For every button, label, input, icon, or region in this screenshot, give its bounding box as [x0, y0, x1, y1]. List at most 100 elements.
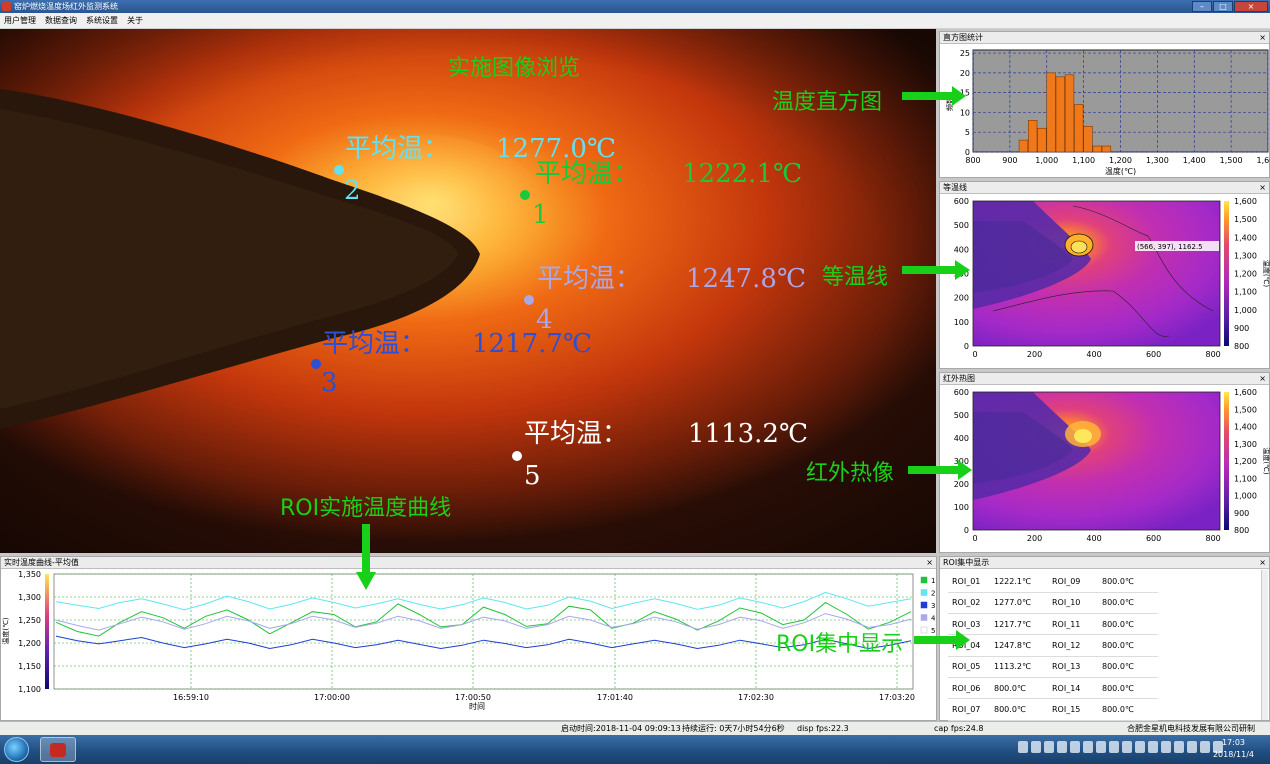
tray-icon[interactable]: [1018, 741, 1028, 753]
roi-marker-dot[interactable]: [311, 359, 321, 369]
close-icon[interactable]: ×: [1259, 182, 1266, 194]
isotherm-readout: (566, 397), 1162.5: [1137, 243, 1203, 251]
roi-average-temperature: 1247.8℃: [686, 264, 806, 294]
roi-table-row[interactable]: ROI_01 1222.1℃ ROI_09 800.0℃: [948, 571, 1158, 593]
roi-value: 800.0℃: [990, 698, 1048, 721]
roi-table-row[interactable]: ROI_07 800.0℃ ROI_15 800.0℃: [948, 698, 1158, 721]
isotherm-chart[interactable]: (566, 397), 1162.5 0 200 400 600 800 0 100 200 30…: [940, 194, 1270, 370]
roi-name: ROI_01: [948, 571, 990, 593]
tray-icon[interactable]: [1057, 741, 1067, 753]
tray-icon[interactable]: [1148, 741, 1158, 753]
roi-marker-dot[interactable]: [524, 295, 534, 305]
roi-name: ROI_09: [1048, 571, 1098, 593]
thermal-x-tick: 0: [972, 534, 977, 543]
curve-y-tick: 1,300: [18, 593, 41, 602]
tray-icon[interactable]: [1174, 741, 1184, 753]
tray-icon[interactable]: [1070, 741, 1080, 753]
menu-user-management[interactable]: 用户管理: [4, 15, 36, 26]
annotation-curve: ROI实施温度曲线: [280, 496, 452, 521]
roi-marker-number: 2: [344, 176, 361, 206]
histogram-x-tick: 1,300: [1146, 156, 1169, 165]
isotherm-scale-tick: 1,600: [1234, 197, 1257, 206]
taskbar-clock[interactable]: 17:03 2018/11/4: [1213, 737, 1254, 761]
annotation-roi: ROI集中显示: [776, 632, 904, 657]
isotherm-scale-tick: 900: [1234, 324, 1249, 333]
roi-label: 平均温：: [524, 419, 628, 449]
roi-name: ROI_15: [1048, 698, 1098, 721]
tray-icon[interactable]: [1122, 741, 1132, 753]
close-icon[interactable]: ×: [926, 557, 933, 569]
curve-x-tick: 17:01:40: [597, 693, 633, 702]
isotherm-x-tick: 400: [1086, 350, 1101, 359]
histogram-panel-title: 直方图统计 ×: [940, 32, 1269, 44]
roi-table-row[interactable]: ROI_06 800.0℃ ROI_14 800.0℃: [948, 677, 1158, 700]
start-button[interactable]: [4, 737, 29, 762]
status-cap-fps: cap fps:24.8: [934, 724, 984, 733]
taskbar-app-button[interactable]: [40, 737, 76, 762]
clock-time: 17:03: [1221, 738, 1246, 747]
close-icon[interactable]: ×: [1259, 32, 1266, 44]
curve-y-label: 温度(℃): [1, 617, 10, 645]
app-icon: [50, 743, 66, 757]
roi-marker-number: 3: [321, 368, 338, 398]
roi-table-row[interactable]: ROI_05 1113.2℃ ROI_13 800.0℃: [948, 656, 1158, 678]
roi-value: 1217.7℃: [990, 613, 1048, 636]
maximize-button[interactable]: □: [1213, 1, 1233, 12]
roi-marker-dot[interactable]: [512, 451, 522, 461]
isotherm-scale-tick: 1,500: [1234, 215, 1257, 224]
tray-icon[interactable]: [1161, 741, 1171, 753]
video-title: 实施图像浏览: [448, 56, 580, 81]
roi-label: 平均温：: [345, 134, 449, 164]
histogram-x-tick: 1,400: [1183, 156, 1206, 165]
menu-data-query[interactable]: 数据查询: [45, 15, 77, 26]
isotherm-panel: 等温线 × (566, 397), 1162.5 0 200 400 600 800 0 100…: [939, 181, 1270, 369]
curve-x-tick: 17:00:50: [455, 693, 491, 702]
roi-name: ROI_14: [1048, 677, 1098, 700]
thermal-x-tick: 800: [1205, 534, 1220, 543]
roi-table: ROI_01 1222.1℃ ROI_09 800.0℃ ROI_02 1277.0℃ RO…: [948, 571, 1158, 721]
close-icon[interactable]: ×: [1259, 557, 1266, 569]
app-icon: [2, 2, 11, 11]
menu-about[interactable]: 关于: [127, 15, 143, 26]
roi-value: 1247.8℃: [990, 634, 1048, 657]
tray-icon[interactable]: [1031, 741, 1041, 753]
tray-icon[interactable]: [1044, 741, 1054, 753]
roi-table-row[interactable]: ROI_02 1277.0℃ ROI_10 800.0℃: [948, 592, 1158, 615]
roi-marker-dot[interactable]: [334, 165, 344, 175]
histogram-y-tick: 15: [960, 89, 970, 98]
roi-marker-dot[interactable]: [520, 190, 530, 200]
close-icon[interactable]: ×: [1259, 373, 1266, 385]
annotation-thermal: 红外热像: [806, 461, 895, 486]
thermal-scale-tick: 1,100: [1234, 474, 1257, 483]
menu-system-settings[interactable]: 系统设置: [86, 15, 118, 26]
histogram-y-tick: 20: [960, 69, 970, 78]
taskbar: 17:03 2018/11/4: [0, 735, 1270, 764]
close-button[interactable]: ×: [1234, 1, 1268, 12]
histogram-panel: 直方图统计 × 800 900 1,000 1,100 1,200 1,300 1,400 1,…: [939, 31, 1270, 178]
histogram-x-tick: 1,000: [1035, 156, 1058, 165]
tray-icon[interactable]: [1135, 741, 1145, 753]
tray-icon[interactable]: [1200, 741, 1210, 753]
tray-icon[interactable]: [1096, 741, 1106, 753]
thermal-image[interactable]: 0 200 400 600 800 0 100 200 300 400 500 600 800 900 1,…: [940, 385, 1270, 554]
roi-table-row[interactable]: ROI_04 1247.8℃ ROI_12 800.0℃: [948, 634, 1158, 657]
histogram-bar: [1018, 139, 1029, 153]
tray-icon[interactable]: [1109, 741, 1119, 753]
histogram-bar: [1101, 145, 1112, 153]
roi-table-row[interactable]: ROI_03 1217.7℃ ROI_11 800.0℃: [948, 613, 1158, 636]
tray-icon[interactable]: [1083, 741, 1093, 753]
tray-icon[interactable]: [1187, 741, 1197, 753]
roi-value: 800.0℃: [1098, 592, 1158, 615]
legend-swatch: [920, 576, 928, 584]
histogram-bar: [1064, 74, 1075, 153]
roi-panel: ROI集中显示 × ROI_01 1222.1℃ ROI_09 800.0℃ ROI_02…: [939, 556, 1270, 721]
curve-y-tick: 1,100: [18, 685, 41, 694]
roi-value: 1222.1℃: [990, 571, 1048, 593]
isotherm-scale-tick: 1,300: [1234, 251, 1257, 260]
minimize-button[interactable]: –: [1192, 1, 1212, 12]
isotherm-scale-tick: 1,400: [1234, 233, 1257, 242]
roi-value: 800.0℃: [1098, 656, 1158, 678]
roi-scrollbar[interactable]: [1261, 570, 1268, 720]
thermal-scale-tick: 800: [1234, 526, 1249, 535]
isotherm-y-tick: 600: [954, 197, 969, 206]
